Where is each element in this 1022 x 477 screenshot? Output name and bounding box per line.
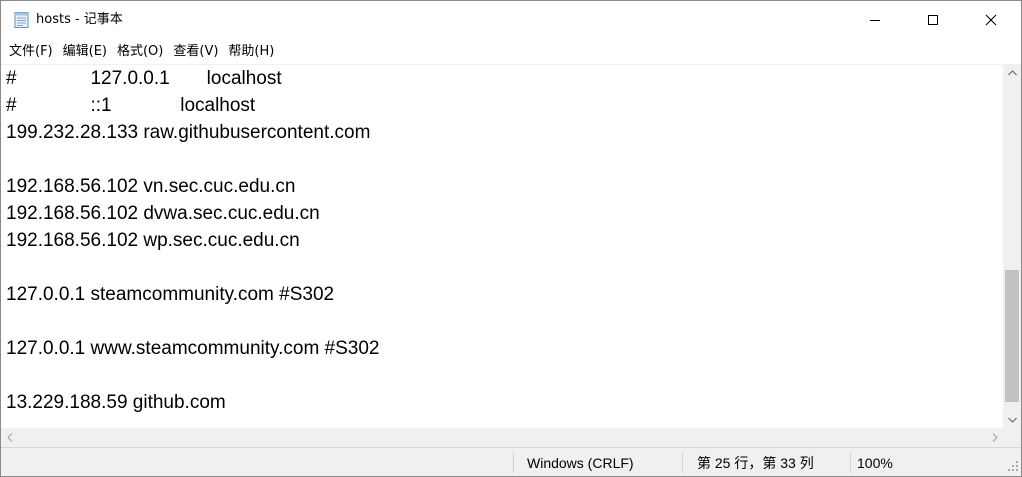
menu-edit[interactable]: 编辑(E) [58,42,112,62]
scroll-left-button[interactable] [1,428,18,447]
text-line: 199.232.28.133 raw.githubusercontent.com [6,122,371,143]
text-line: # 127.0.0.1 localhost [6,68,282,89]
status-zoom: 100% [857,455,893,471]
menu-help[interactable]: 帮助(H) [223,42,279,62]
maximize-button[interactable] [904,1,962,39]
text-line: 192.168.56.102 wp.sec.cuc.edu.cn [6,230,300,251]
text-line: 127.0.0.1 www.steamcommunity.com #S302 [6,338,380,359]
chevron-right-icon [992,433,998,442]
text-line: 192.168.56.102 dvwa.sec.cuc.edu.cn [6,203,320,224]
scrollbar-corner [1003,428,1021,447]
close-button[interactable] [962,1,1020,39]
text-line: 192.168.56.102 vn.sec.cuc.edu.cn [6,176,296,197]
text-line: # ::1 localhost [6,95,256,116]
status-divider [682,452,683,473]
notepad-window: hosts - 记事本 文件(F) 编辑(E) 格式(O) 查看(V) 帮助(H… [0,0,1022,477]
resize-grip-icon[interactable] [1006,459,1020,473]
text-line: 127.0.0.1 steamcommunity.com #S302 [6,284,335,305]
minimize-button[interactable] [846,1,904,39]
horizontal-scrollbar[interactable] [1,428,1003,447]
scroll-right-button[interactable] [986,428,1003,447]
status-divider [850,452,851,473]
menu-file[interactable]: 文件(F) [4,42,58,62]
chevron-down-icon [1007,417,1017,423]
title-bar[interactable]: hosts - 记事本 [1,1,1021,39]
scroll-down-button[interactable] [1003,411,1021,428]
menu-view[interactable]: 查看(V) [168,42,223,62]
vertical-scrollbar[interactable] [1003,64,1021,428]
menu-bar: 文件(F) 编辑(E) 格式(O) 查看(V) 帮助(H) [1,39,1021,64]
chevron-up-icon [1007,69,1017,75]
chevron-left-icon [6,433,12,442]
maximize-icon [928,15,938,25]
menu-format[interactable]: 格式(O) [112,42,168,62]
text-editor[interactable]: # 127.0.0.1 localhost # ::1 localhost 19… [1,64,1003,428]
status-bar: Windows (CRLF) 第 25 行，第 33 列 100% [1,447,1021,476]
vertical-scroll-thumb[interactable] [1005,270,1019,402]
status-divider [513,452,514,473]
status-line-ending: Windows (CRLF) [527,455,634,471]
status-cursor-position: 第 25 行，第 33 列 [697,455,814,471]
notepad-app-icon [14,12,29,28]
close-icon [985,14,997,26]
minimize-icon [870,20,880,21]
window-title: hosts - 记事本 [36,12,123,27]
text-line: 13.229.188.59 github.com [6,392,226,413]
scroll-up-button[interactable] [1003,64,1021,81]
